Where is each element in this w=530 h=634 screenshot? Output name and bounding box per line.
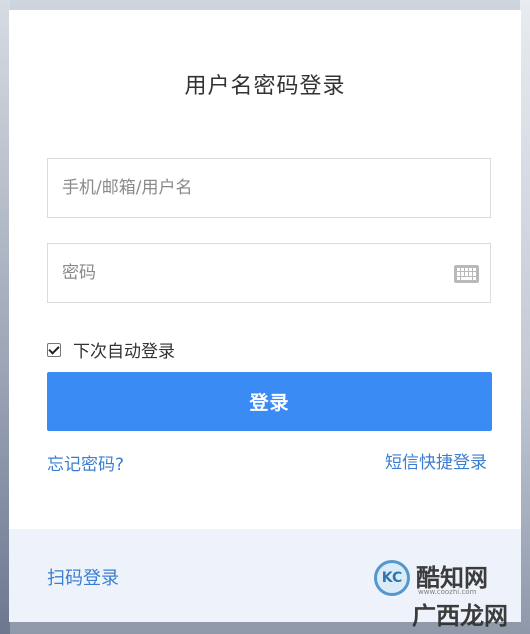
- keyboard-icon[interactable]: [454, 265, 479, 283]
- password-field[interactable]: [47, 243, 491, 303]
- watermark-badge-icon: KC: [374, 560, 410, 596]
- sms-login-link[interactable]: 短信快捷登录: [385, 448, 487, 473]
- login-button[interactable]: 登录: [47, 372, 492, 431]
- qr-login-link[interactable]: 扫码登录: [47, 564, 119, 590]
- password-input[interactable]: [48, 244, 442, 302]
- username-field[interactable]: [47, 158, 491, 218]
- watermark-logo: KC 酷知网 www.coozhi.com 广西龙网: [372, 548, 522, 630]
- page-title: 用户名密码登录: [184, 74, 346, 99]
- watermark-sub: 广西龙网: [412, 601, 508, 630]
- remember-label: 下次自动登录: [73, 342, 175, 362]
- remember-checkbox[interactable]: [47, 342, 61, 357]
- remember-me[interactable]: 下次自动登录: [47, 337, 175, 362]
- forgot-password-link[interactable]: 忘记密码?: [47, 450, 124, 475]
- login-card: 用户名密码登录 下次自动登录 登录 忘记密码? 短信快捷登录 扫码登录: [9, 10, 521, 622]
- background-right: [520, 0, 530, 634]
- watermark-url: www.coozhi.com: [418, 588, 477, 596]
- username-input[interactable]: [48, 159, 442, 217]
